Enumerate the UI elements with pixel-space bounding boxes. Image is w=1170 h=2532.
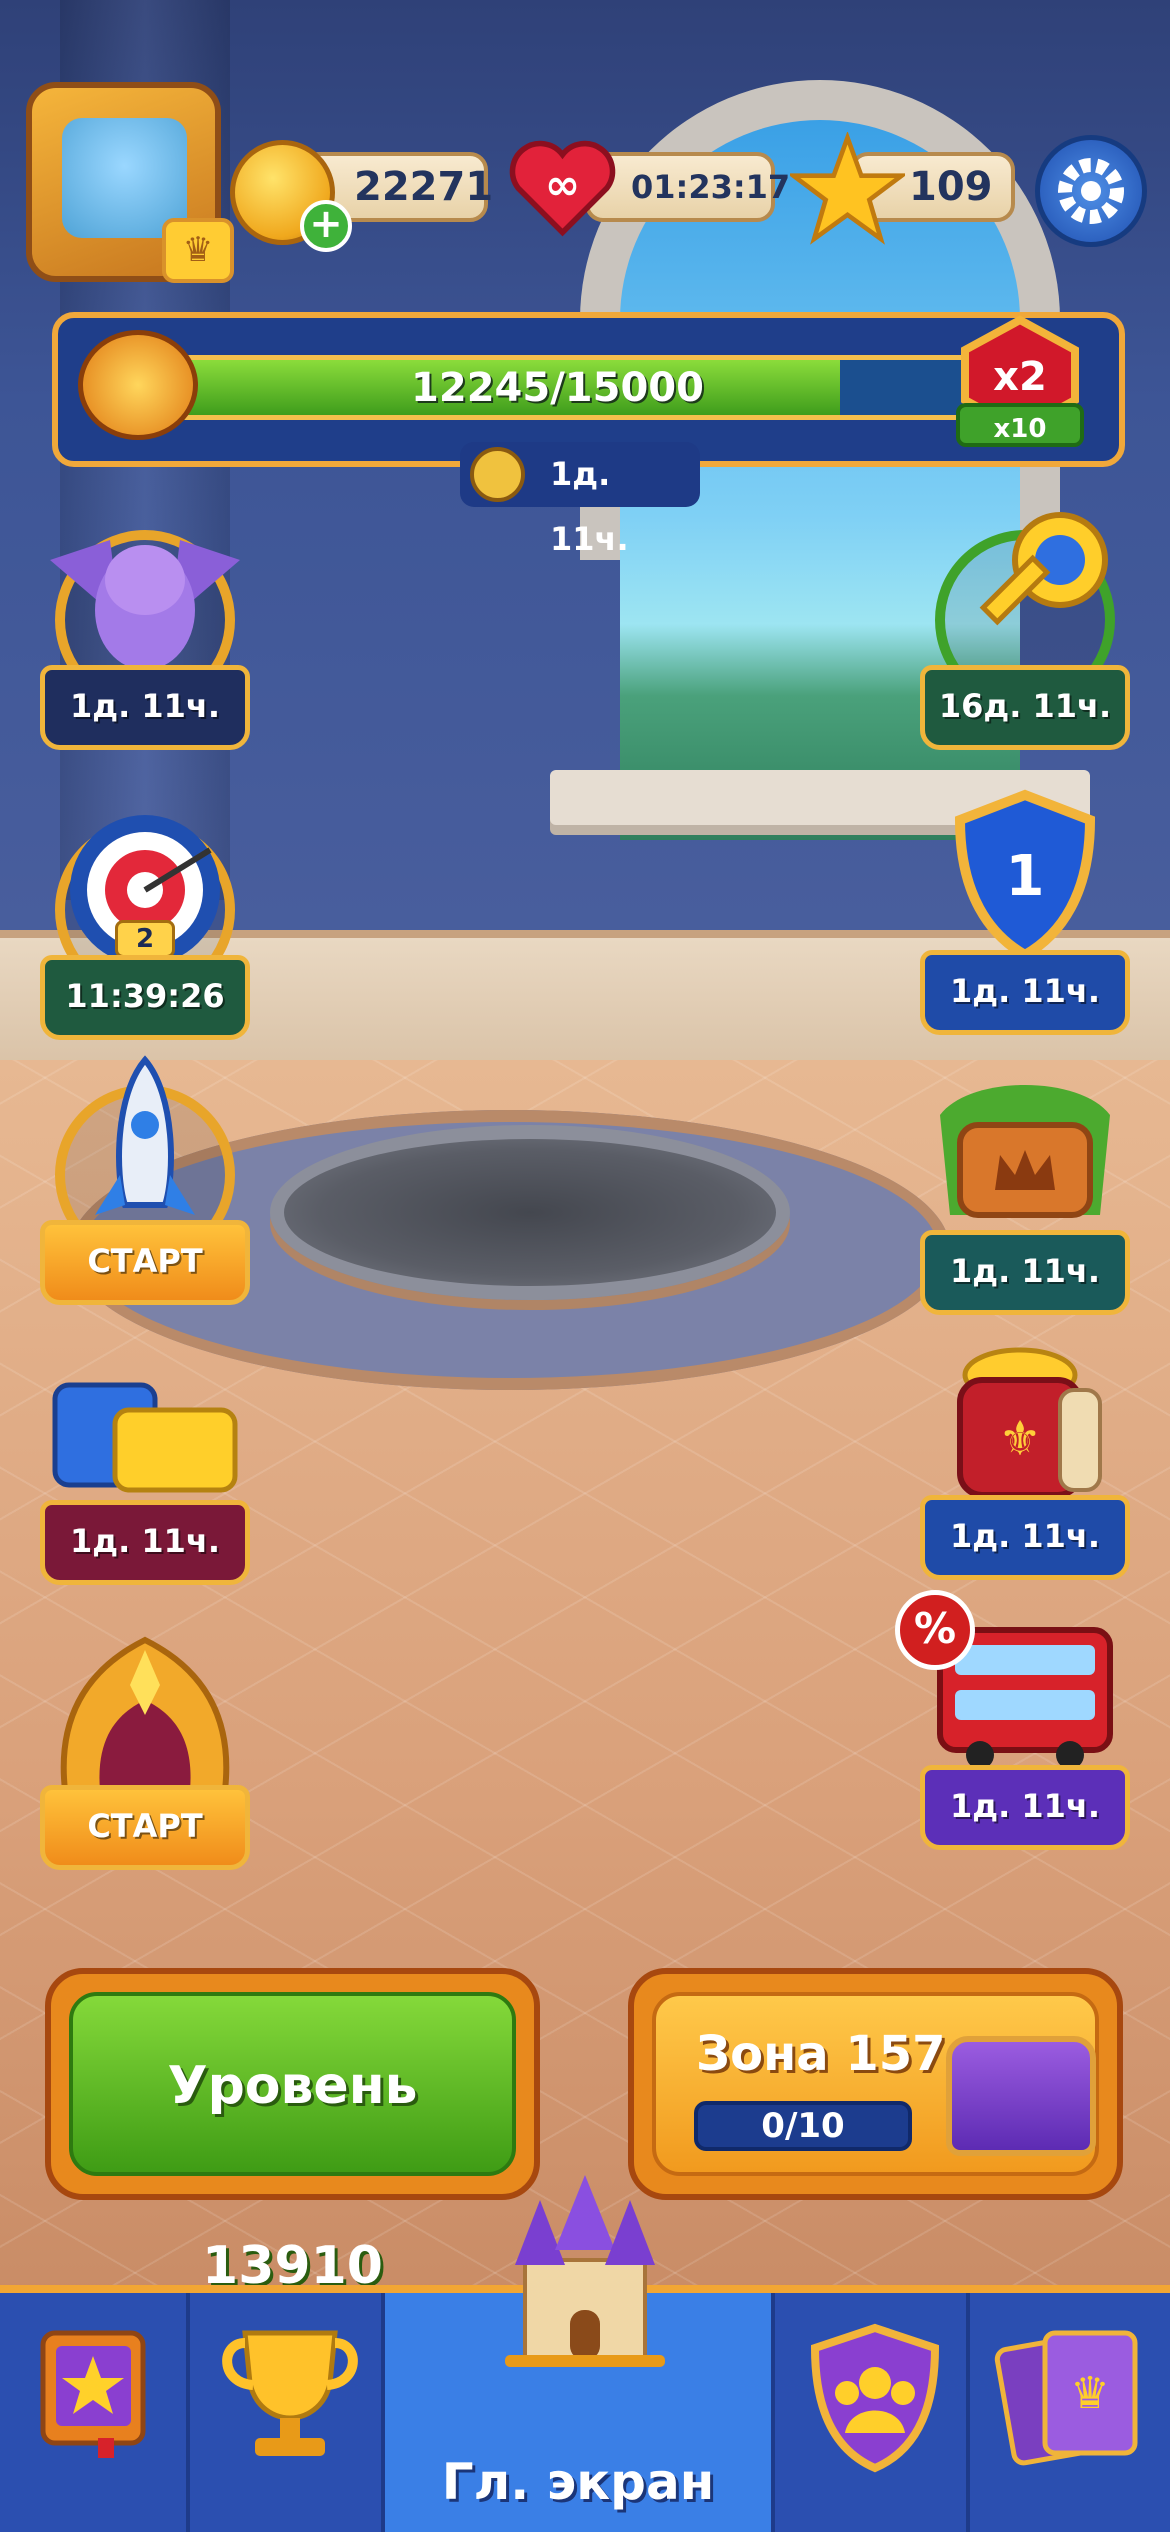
event-crown-start: СТАРТ bbox=[40, 1785, 250, 1870]
nav-tab-collection[interactable] bbox=[0, 2293, 190, 2532]
event-progress-bar: 12245/15000 bbox=[105, 355, 1010, 420]
propeller-booster-icon bbox=[78, 330, 198, 440]
star-icon bbox=[790, 132, 905, 245]
stars-value: 109 bbox=[909, 164, 993, 210]
nav-tab-cards[interactable]: ♛ bbox=[970, 2293, 1170, 2532]
zone-button[interactable]: Зона 157 0/10 bbox=[628, 1968, 1123, 2200]
team-shield-icon bbox=[810, 2323, 940, 2473]
puzzle-icon bbox=[52, 1382, 238, 1493]
rocket-icon bbox=[95, 1055, 195, 1215]
svg-text:∞: ∞ bbox=[545, 160, 580, 209]
lives-timer: 01:23:17 bbox=[631, 168, 791, 206]
play-level-button[interactable]: Уровень 13910 bbox=[45, 1968, 540, 2296]
event-wooden-sign[interactable]: 1д. 11ч. bbox=[920, 1065, 1130, 1315]
coins-value: 22271 bbox=[354, 164, 494, 210]
target-level-badge: 2 bbox=[115, 920, 175, 958]
play-level-label: Уровень 13910 bbox=[69, 1992, 516, 2296]
chest-icon bbox=[946, 2036, 1096, 2156]
event-puzzle[interactable]: 1д. 11ч. bbox=[40, 1335, 250, 1585]
multiplier-badge: x2 x10 bbox=[956, 315, 1084, 447]
heart-infinity-icon: ∞ bbox=[509, 140, 616, 237]
zone-title: Зона 157 bbox=[696, 2026, 946, 2082]
settings-gear-icon[interactable] bbox=[1035, 135, 1147, 247]
crown-emblem-icon bbox=[60, 1636, 230, 1793]
event-wooden-sign-timer: 1д. 11ч. bbox=[920, 1230, 1130, 1315]
nav-tab-leaderboard[interactable] bbox=[190, 2293, 385, 2532]
cards-icon: ♛ bbox=[994, 2330, 1138, 2466]
multiplier-sub: x10 bbox=[994, 414, 1047, 444]
event-target[interactable]: 2 11:39:26 bbox=[40, 790, 250, 1040]
stone-pit bbox=[270, 1125, 790, 1300]
castle-icon bbox=[505, 2175, 665, 2367]
key-icon bbox=[979, 512, 1108, 626]
crown-badge-icon: ♛ bbox=[162, 218, 234, 283]
nav-tab-team[interactable] bbox=[775, 2293, 970, 2532]
event-timer-value: 1д. 11ч. bbox=[550, 455, 629, 558]
trophy-icon bbox=[222, 2330, 358, 2456]
wooden-sign-icon bbox=[940, 1085, 1110, 1218]
dragon-icon bbox=[50, 540, 240, 670]
multiplier-value: x2 bbox=[993, 354, 1047, 400]
event-timer: 1д. 11ч. bbox=[460, 442, 700, 558]
discount-badge: % bbox=[895, 1590, 975, 1670]
nav-home-label: Гл. экран bbox=[441, 2453, 715, 2511]
event-crown[interactable]: СТАРТ bbox=[40, 1620, 250, 1870]
event-treasure-bag[interactable]: ⚜ 1д. 11ч. bbox=[920, 1330, 1130, 1580]
event-rocket-start: СТАРТ bbox=[40, 1220, 250, 1305]
event-shield-timer: 1д. 11ч. bbox=[920, 950, 1130, 1035]
profile-avatar[interactable]: ♛ bbox=[26, 82, 234, 283]
add-coins-button[interactable]: + bbox=[300, 200, 352, 252]
event-shield[interactable]: 1 1д. 11ч. bbox=[920, 785, 1130, 1035]
event-dragon[interactable]: 1д. 11ч. bbox=[40, 500, 250, 750]
event-target-timer: 11:39:26 bbox=[40, 955, 250, 1040]
event-key-timer: 16д. 11ч. bbox=[920, 665, 1130, 750]
shield-icon: 1 bbox=[954, 789, 1096, 961]
treasure-bag-icon: ⚜ bbox=[957, 1347, 1102, 1498]
clock-icon bbox=[470, 447, 525, 502]
event-key[interactable]: 16д. 11ч. bbox=[920, 500, 1130, 750]
event-bus-timer: 1д. 11ч. bbox=[920, 1765, 1130, 1850]
progress-label: 12245/15000 bbox=[411, 365, 704, 411]
event-dragon-timer: 1д. 11ч. bbox=[40, 665, 250, 750]
svg-text:♛: ♛ bbox=[1070, 2368, 1109, 2419]
svg-text:⚜: ⚜ bbox=[998, 1411, 1041, 1467]
star-book-icon bbox=[40, 2330, 146, 2458]
event-puzzle-timer: 1д. 11ч. bbox=[40, 1500, 250, 1585]
event-rocket[interactable]: СТАРТ bbox=[40, 1055, 250, 1305]
shield-rank: 1 bbox=[1006, 844, 1045, 909]
event-treasure-timer: 1д. 11ч. bbox=[920, 1495, 1130, 1580]
zone-progress: 0/10 bbox=[694, 2101, 912, 2151]
